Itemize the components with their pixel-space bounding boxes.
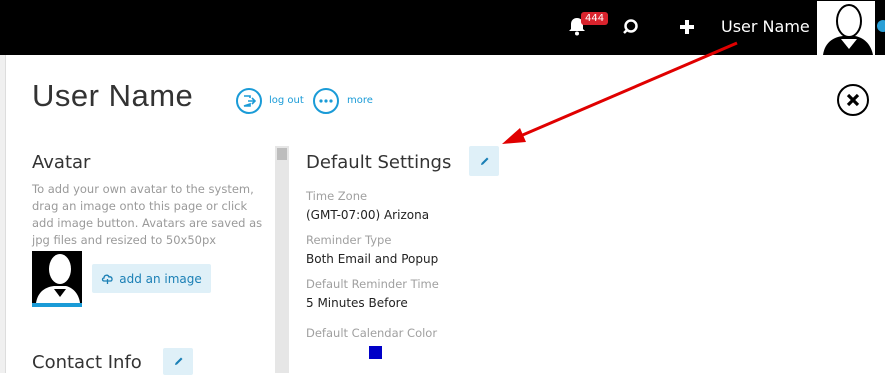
reminder-type-value: Both Email and Popup [306, 252, 439, 266]
reminder-time-label: Default Reminder Time [306, 277, 439, 291]
contact-edit-button[interactable] [163, 348, 193, 375]
more-button[interactable] [313, 88, 339, 114]
more-link[interactable]: more [347, 95, 373, 106]
time-zone-label: Time Zone [306, 189, 368, 203]
add-image-button[interactable]: add an image [92, 264, 211, 293]
page-title: User Name [32, 78, 194, 113]
avatar-image [32, 251, 82, 307]
close-icon [846, 93, 860, 107]
notification-badge[interactable]: 444 [581, 12, 609, 25]
left-panel-edge [0, 55, 6, 373]
add-image-label: add an image [119, 271, 202, 286]
status-indicator [877, 20, 885, 32]
cloud-upload-icon [102, 274, 113, 284]
ellipsis-icon [319, 99, 333, 103]
reminder-type-label: Reminder Type [306, 233, 392, 247]
topbar-avatar[interactable] [817, 1, 875, 55]
scrollbar-thumb[interactable] [277, 148, 287, 160]
settings-edit-button[interactable] [469, 146, 499, 176]
calendar-color-swatch [369, 346, 382, 359]
logout-icon [243, 95, 256, 107]
pencil-icon [174, 357, 182, 365]
reminder-time-value: 5 Minutes Before [306, 296, 408, 310]
close-button[interactable] [837, 84, 869, 116]
logout-button[interactable] [236, 88, 262, 114]
avatar-description: To add your own avatar to the system, dr… [32, 182, 263, 247]
topbar-user-name[interactable]: User Name [721, 17, 810, 36]
calendar-color-label: Default Calendar Color [306, 326, 438, 340]
avatar-section-title: Avatar [32, 152, 91, 173]
pencil-icon [480, 157, 488, 165]
scrollbar[interactable] [275, 146, 289, 373]
logout-link[interactable]: log out [269, 95, 304, 106]
contact-section-title: Contact Info [32, 352, 142, 373]
search-icon[interactable] [622, 17, 642, 37]
time-zone-value: (GMT-07:00) Arizona [306, 208, 430, 222]
default-settings-title: Default Settings [306, 152, 452, 173]
plus-icon[interactable] [677, 17, 697, 37]
